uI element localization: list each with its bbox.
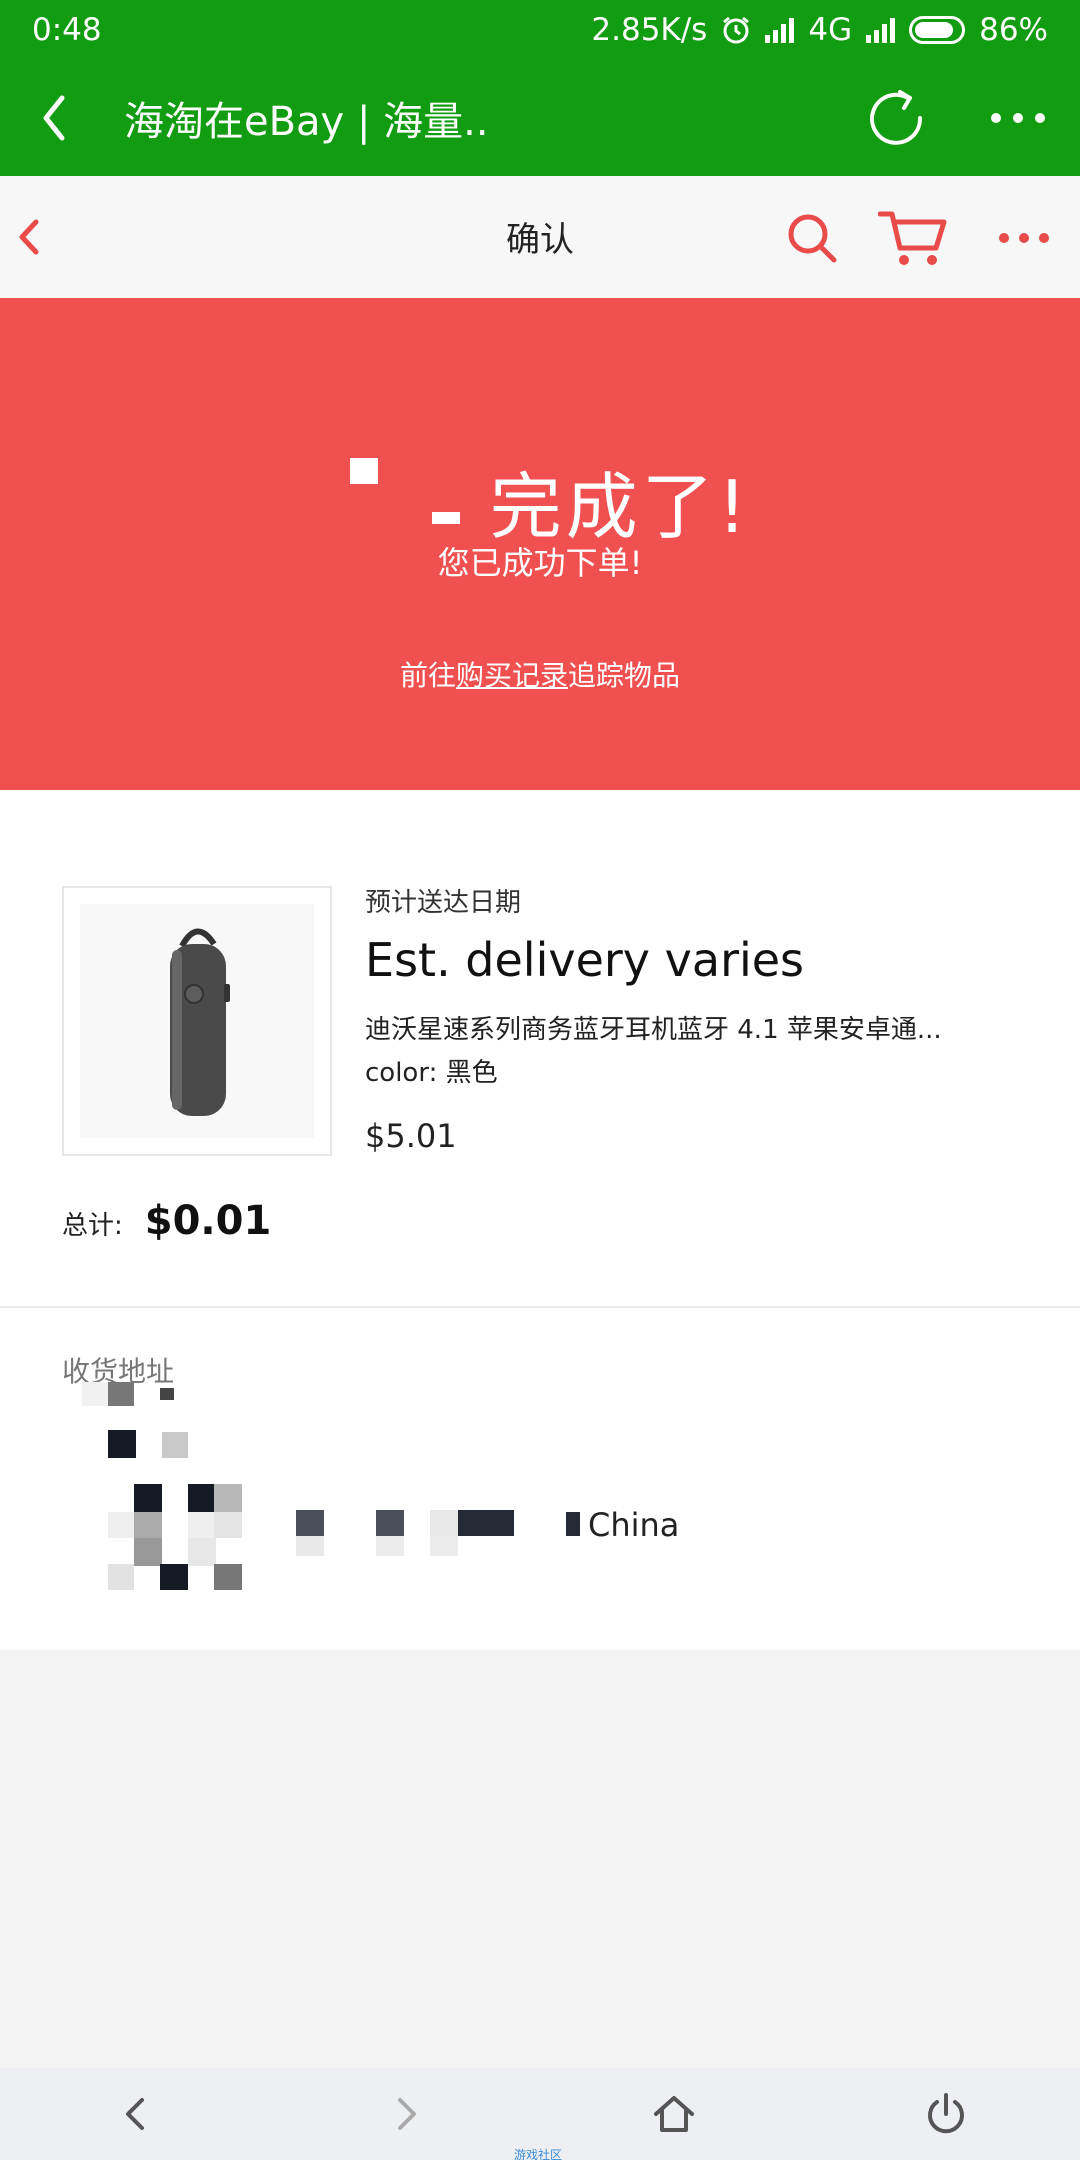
total-row: 总计: $0.01 [62,1198,271,1244]
more-icon[interactable] [998,231,1050,245]
search-icon[interactable] [786,212,838,264]
order-card: 预计送达日期 Est. delivery varies 迪沃星速系列商务蓝牙耳机… [0,790,1080,1306]
cart-icon[interactable] [878,210,948,268]
bottom-nav: 游戏社区 [0,2068,1080,2160]
signal-icon [866,17,896,43]
address-country: China [588,1506,680,1544]
battery-level: 86% [979,12,1048,48]
eta-value: Est. delivery varies [365,933,805,987]
address-card: 收货地址 China [0,1308,1080,1650]
alarm-icon [723,16,750,44]
more-icon[interactable] [988,108,1048,128]
status-bar: 0:48 2.85K/s 4G 86% [0,0,1080,60]
item-color: color: 黑色 [365,1058,498,1088]
success-banner: 完成了! 您已成功下单! 前往购买记录追踪物品 [0,298,1080,790]
eta-label: 预计送达日期 [365,888,522,918]
success-subtitle: 您已成功下单! [437,544,643,582]
home-icon[interactable] [650,2090,698,2138]
watermark: 游戏社区 [514,2148,563,2160]
status-time: 0:48 [32,12,102,48]
purchase-history-link[interactable]: 购买记录 [456,659,568,692]
app-title: 海淘在eBay | 海量.. [124,99,489,145]
item-price: $5.01 [365,1117,457,1155]
net-speed: 2.85K/s [591,12,708,48]
item-info: 预计送达日期 Est. delivery varies 迪沃星速系列商务蓝牙耳机… [365,882,1055,1155]
back-icon[interactable] [112,2090,160,2138]
network-type: 4G [808,12,853,48]
headset-image [170,928,230,1116]
power-icon[interactable] [922,2090,970,2138]
status-indicators: 2.85K/s 4G 86% [591,12,1048,48]
item-thumbnail[interactable] [62,886,332,1156]
total-value: $0.01 [144,1198,272,1244]
purchase-history-line: 前往购买记录追踪物品 [399,659,681,692]
page-header: 确认 [0,176,1080,298]
back-icon[interactable] [32,88,84,148]
forward-icon[interactable] [382,2090,430,2138]
app-bar: 海淘在eBay | 海量.. [0,60,1080,176]
item-title[interactable]: 迪沃星速系列商务蓝牙耳机蓝牙 4.1 苹果安卓通... [365,1009,1005,1046]
refresh-icon[interactable] [864,86,928,150]
total-label: 总计: [62,1211,123,1241]
signal-icon [765,17,795,43]
battery-icon [909,16,966,44]
